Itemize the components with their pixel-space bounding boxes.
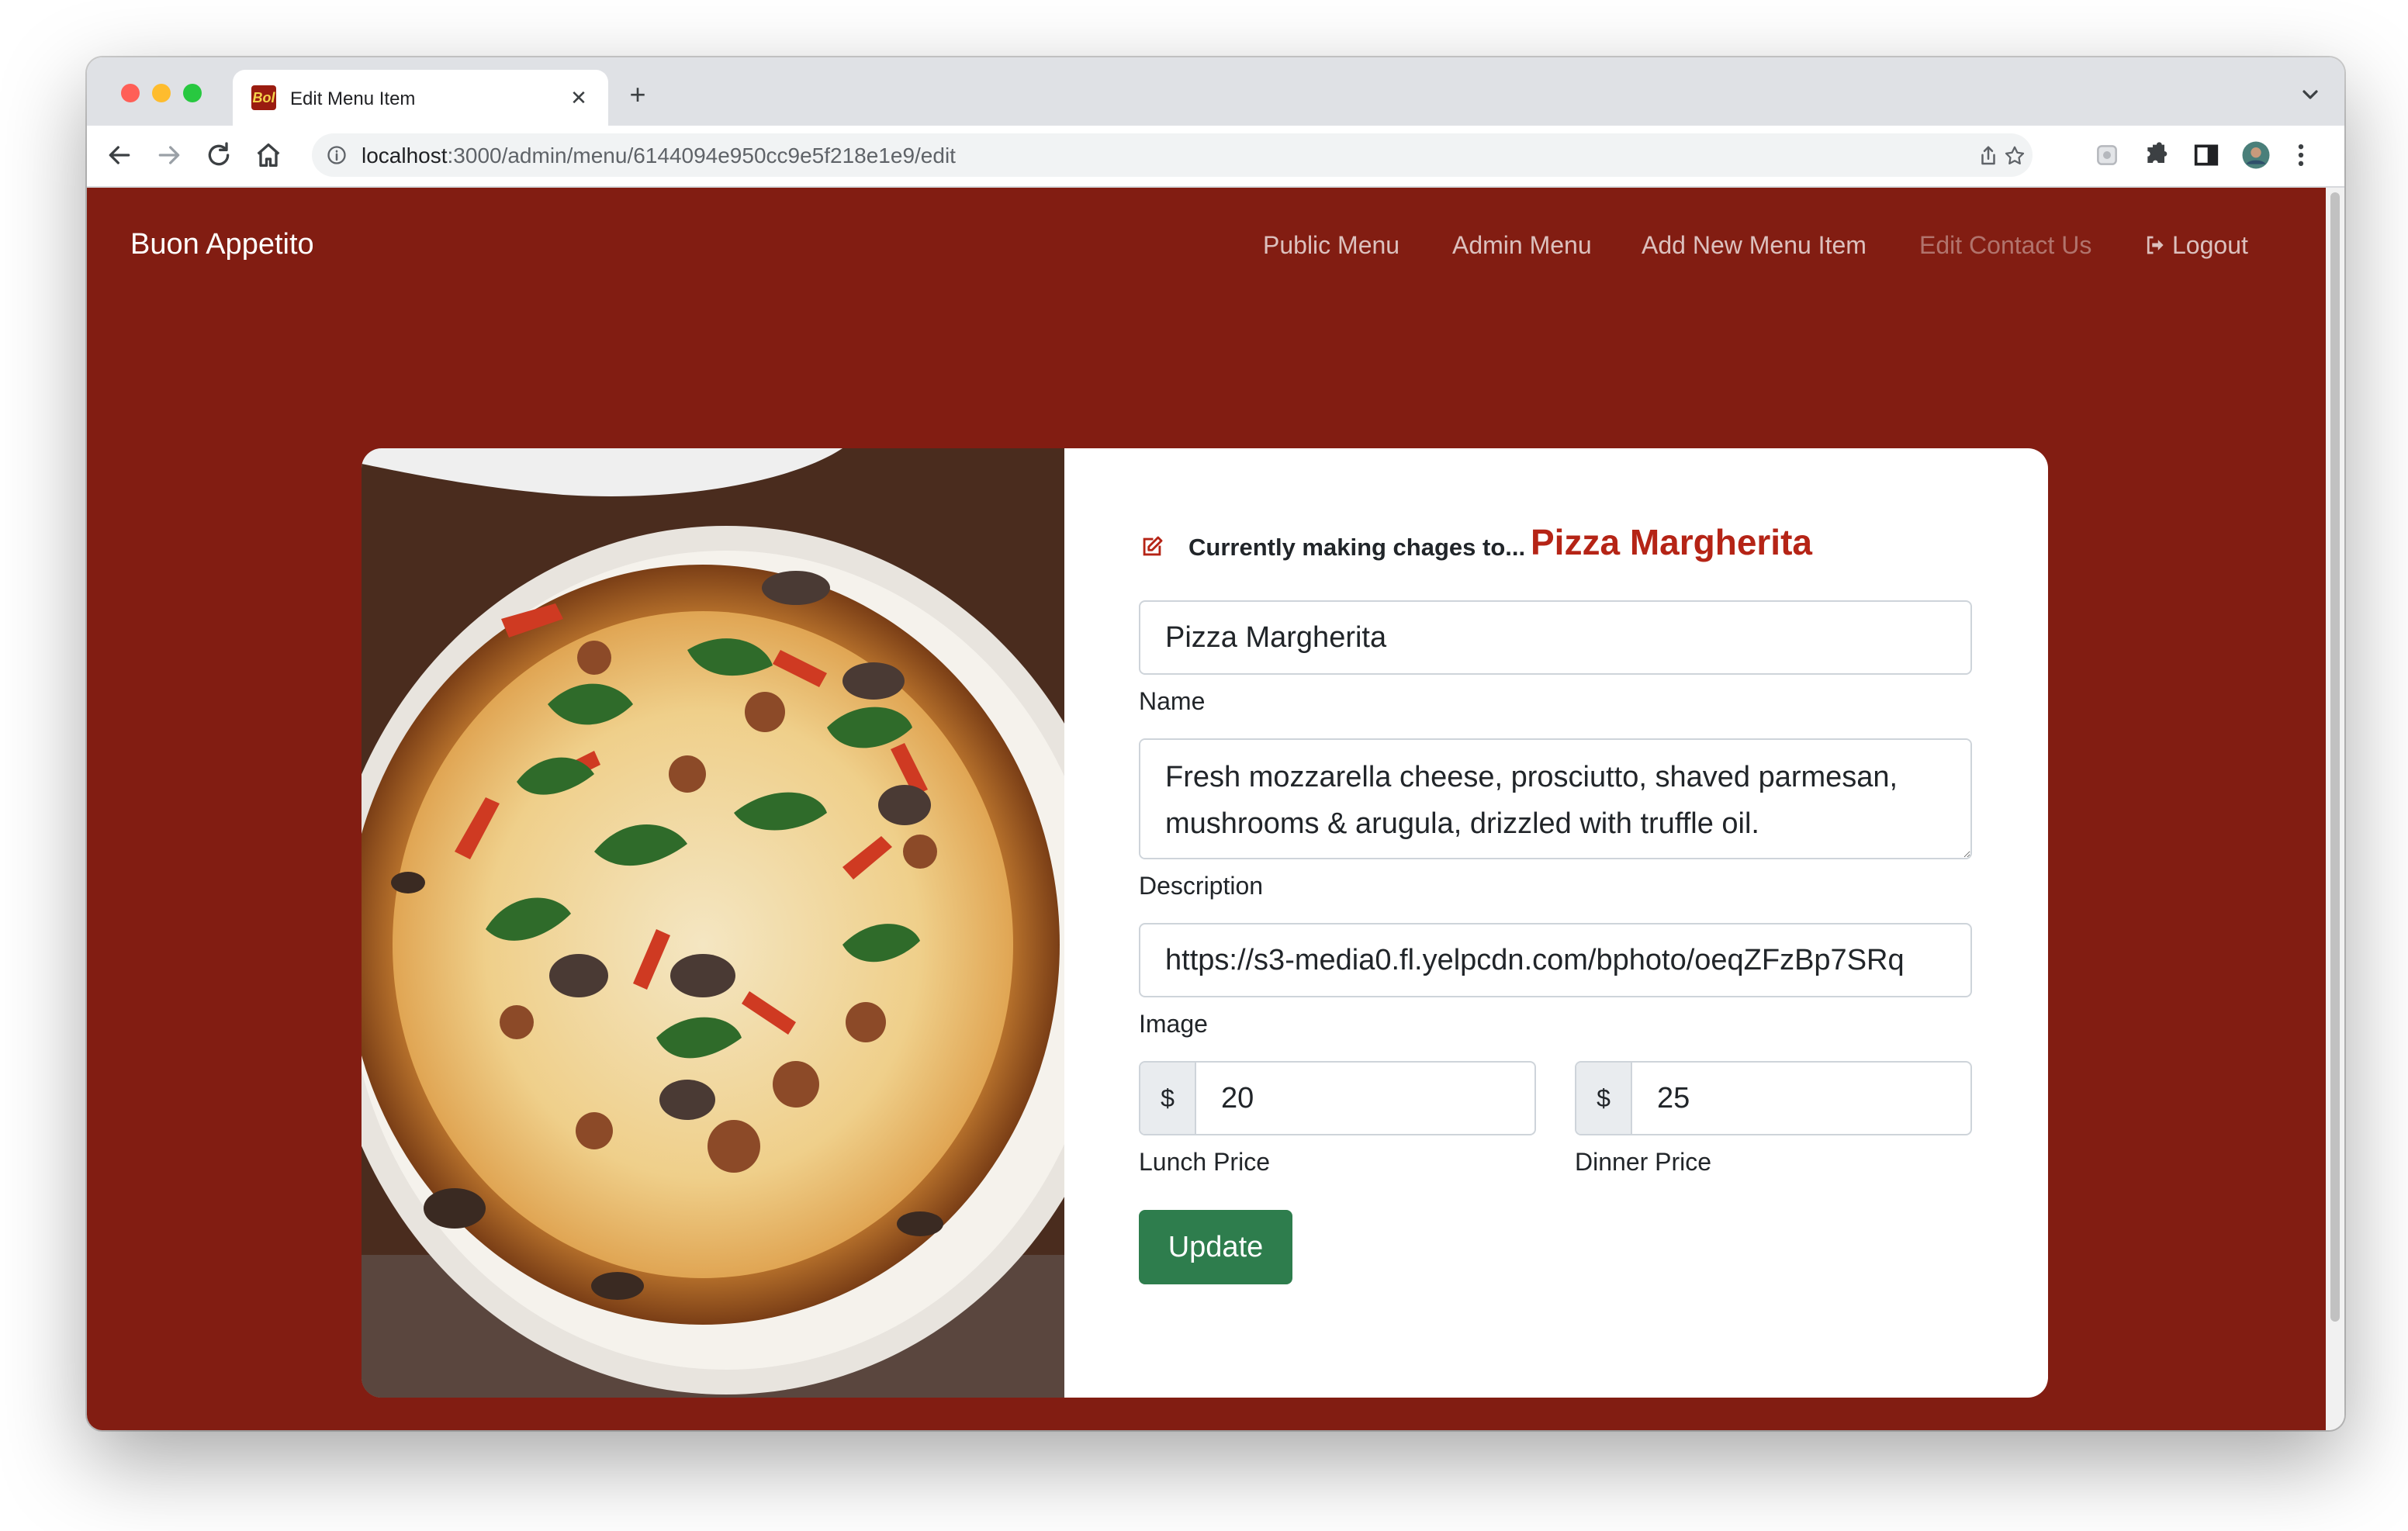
bookmark-star-icon[interactable] — [2003, 144, 2026, 168]
page-content: Buon Appetito Public Menu Admin Menu Add… — [87, 188, 2326, 1430]
page-scrollbar[interactable] — [2326, 188, 2344, 1430]
heading-item-name: Pizza Margherita — [1531, 522, 1812, 562]
edit-card: Currently making chages to... Pizza Marg… — [362, 448, 2048, 1398]
share-icon[interactable] — [1977, 144, 2000, 168]
menu-item-photo — [362, 448, 1064, 1398]
image-url-input[interactable]: https://s3-media0.fl.yelpcdn.com/bphoto/… — [1139, 923, 1972, 997]
brand-logo-text[interactable]: Buon Appetito — [130, 228, 314, 261]
name-label: Name — [1139, 687, 1206, 715]
nav-link-edit-contact-us[interactable]: Edit Contact Us — [1919, 231, 2091, 260]
nav-link-logout[interactable]: Logout — [2143, 231, 2248, 260]
description-label: Description — [1139, 872, 1264, 900]
minimize-window-button[interactable] — [152, 84, 171, 102]
nav-link-public-menu[interactable]: Public Menu — [1263, 231, 1399, 260]
scrollbar-thumb[interactable] — [2330, 192, 2340, 1322]
update-button[interactable]: Update — [1139, 1210, 1292, 1284]
lunch-price-input[interactable]: 20 — [1196, 1063, 1534, 1134]
maximize-window-button[interactable] — [183, 84, 202, 102]
lunch-price-group: $ 20 — [1139, 1061, 1536, 1135]
tab-title: Edit Menu Item — [290, 88, 416, 109]
nav-link-admin-menu[interactable]: Admin Menu — [1452, 231, 1592, 260]
extension-puzzle-grey-icon[interactable] — [2091, 140, 2123, 171]
dinner-price-input[interactable]: 25 — [1632, 1063, 1970, 1134]
profile-avatar[interactable] — [2240, 140, 2271, 171]
close-tab-icon[interactable]: ✕ — [563, 82, 594, 113]
reload-icon[interactable] — [203, 140, 234, 171]
edit-icon — [1143, 536, 1163, 556]
close-window-button[interactable] — [121, 84, 140, 102]
description-textarea[interactable]: Fresh mozzarella cheese, prosciutto, sha… — [1139, 738, 1972, 859]
side-panel-icon[interactable] — [2191, 140, 2222, 171]
heading-prefix: Currently making chages to... — [1188, 534, 1526, 561]
forward-arrow-icon[interactable] — [154, 140, 185, 171]
dollar-addon: $ — [1140, 1063, 1196, 1134]
new-tab-button[interactable]: + — [622, 79, 653, 110]
extensions-icon[interactable] — [2141, 140, 2172, 171]
more-vert-icon[interactable] — [2285, 140, 2316, 171]
active-tab[interactable]: Bol Edit Menu Item ✕ — [233, 70, 608, 126]
lunch-price-label: Lunch Price — [1139, 1148, 1270, 1176]
dollar-addon: $ — [1576, 1063, 1632, 1134]
name-input[interactable]: Pizza Margherita — [1139, 600, 1972, 675]
url-text[interactable]: localhost:3000/admin/menu/6144094e950cc9… — [362, 143, 956, 168]
logout-label: Logout — [2172, 231, 2248, 259]
back-arrow-icon[interactable] — [104, 140, 135, 171]
chevron-down-icon[interactable] — [2298, 82, 2323, 107]
dinner-price-group: $ 25 — [1575, 1061, 1972, 1135]
dinner-price-label: Dinner Price — [1575, 1148, 1712, 1176]
tab-strip: Bol Edit Menu Item ✕ + — [87, 57, 2344, 126]
logout-icon — [2147, 236, 2164, 254]
browser-toolbar: localhost:3000/admin/menu/6144094e950cc9… — [87, 126, 2344, 188]
home-icon[interactable] — [253, 140, 284, 171]
info-icon[interactable] — [326, 144, 348, 166]
address-bar[interactable]: localhost:3000/admin/menu/6144094e950cc9… — [312, 133, 2033, 177]
image-label: Image — [1139, 1010, 1208, 1038]
favicon-icon: Bol — [251, 85, 276, 110]
browser-window: Bol Edit Menu Item ✕ + localhost:3000/ad… — [87, 57, 2344, 1430]
nav-link-add-new-menu-item[interactable]: Add New Menu Item — [1642, 231, 1867, 260]
